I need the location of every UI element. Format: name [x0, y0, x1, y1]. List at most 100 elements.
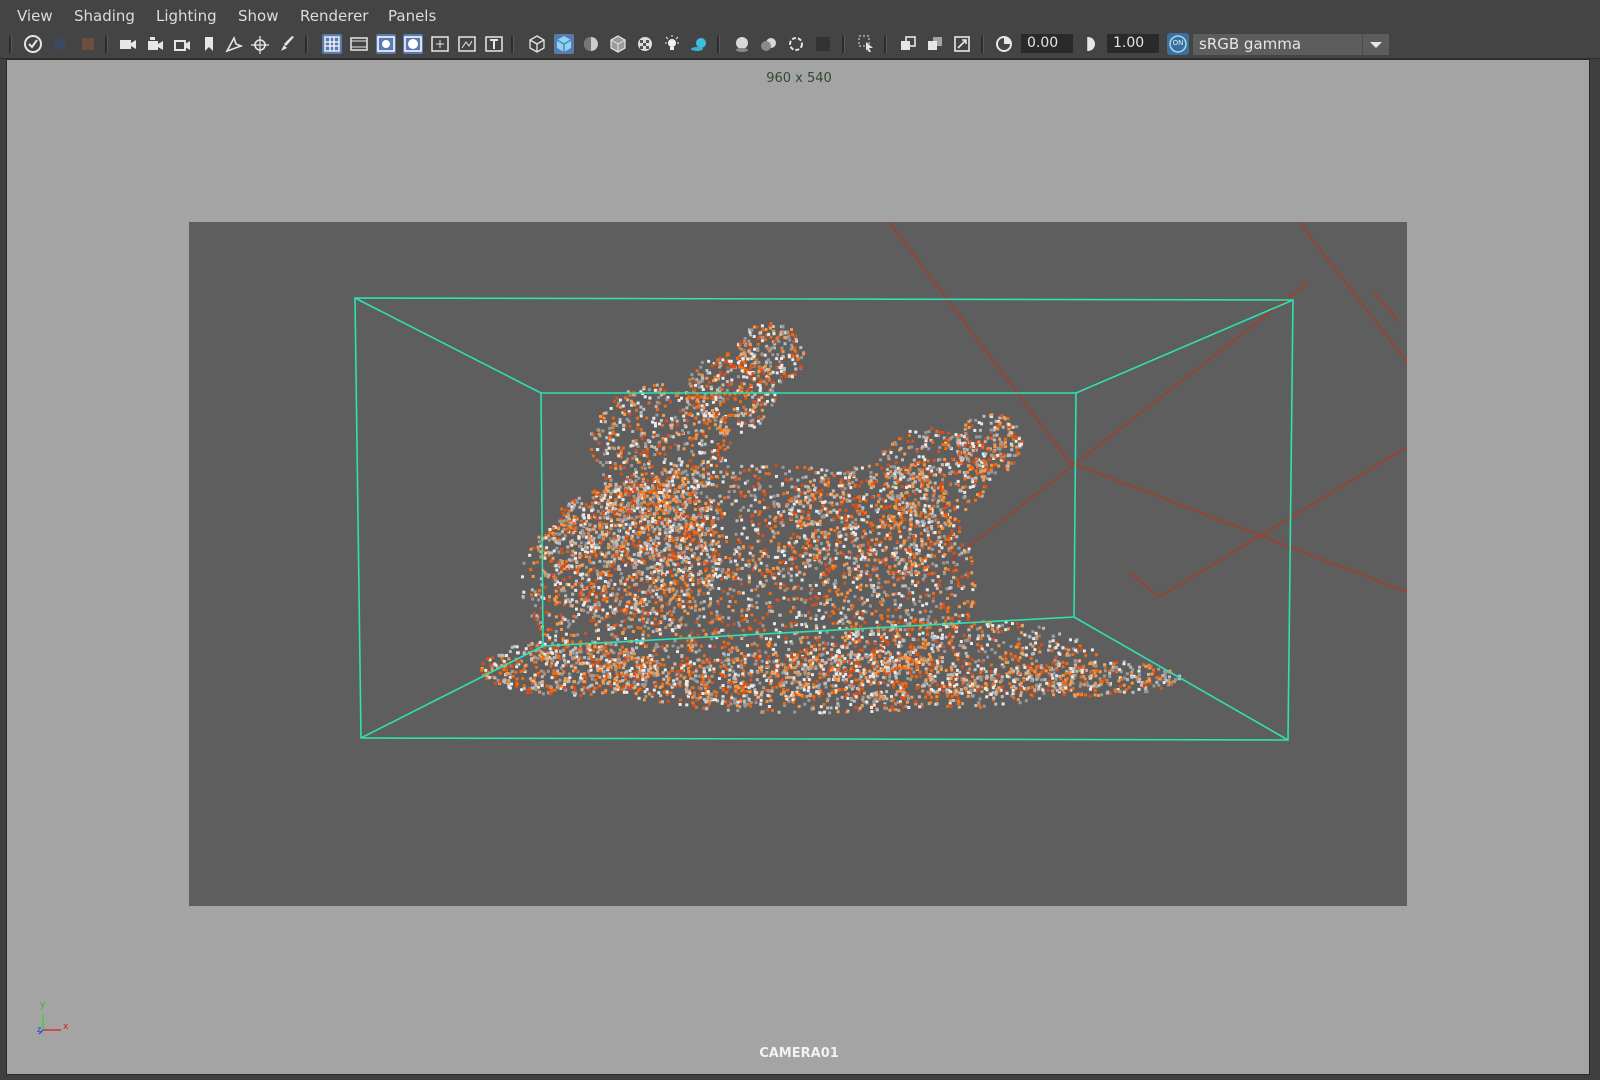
menu-view[interactable]: View	[17, 7, 53, 25]
color-management-badge: ON	[1172, 39, 1184, 47]
exposure-reset-button[interactable]	[994, 34, 1014, 54]
toolbar-separator	[105, 36, 108, 53]
toolbar-separator	[717, 36, 720, 53]
gate-mask-icon	[404, 36, 422, 52]
pan-zoom-camera-icon	[148, 37, 163, 50]
depth-of-field-button[interactable]	[813, 34, 833, 54]
safe-action-button[interactable]	[457, 34, 477, 54]
use-all-lights-button[interactable]	[662, 34, 682, 54]
view-axis: y x z	[37, 1000, 77, 1040]
wireframe-cube-icon	[529, 35, 545, 53]
grid-toggle-button[interactable]	[322, 34, 342, 54]
axis-label-x: x	[63, 1022, 69, 1032]
anti-aliasing-button[interactable]	[786, 34, 806, 54]
bookmark-button[interactable]	[199, 34, 219, 54]
light-lines	[888, 222, 1407, 598]
axis-label-y: y	[40, 1000, 46, 1010]
shaded-cube-icon	[556, 36, 572, 52]
gate-mask-button[interactable]	[403, 34, 423, 54]
exposure-icon	[996, 36, 1012, 52]
view-transform-arrow[interactable]	[1362, 34, 1389, 55]
exposure-field[interactable]: 0.00	[1021, 34, 1073, 53]
scene-render	[354, 222, 1407, 741]
resolution-label: 960 x 540	[766, 71, 832, 86]
toolbar-separator	[9, 36, 12, 53]
shadow-sphere-icon	[691, 38, 706, 51]
screen-space-ao-button[interactable]	[732, 34, 752, 54]
motion-blur-button[interactable]	[759, 34, 779, 54]
xray-components-button[interactable]	[952, 34, 972, 54]
camera-name-label: CAMERA01	[759, 1046, 839, 1061]
gamma-icon	[1087, 37, 1095, 51]
textured-button[interactable]	[635, 34, 655, 54]
select-camera-button[interactable]	[23, 34, 43, 54]
bookmark-icon	[205, 37, 213, 51]
film-gate-button[interactable]	[349, 34, 369, 54]
pivot-button[interactable]	[251, 34, 271, 54]
menu-bar: View Shading Lighting Show Renderer Pane…	[0, 0, 1600, 30]
toolbar-separator	[842, 36, 845, 53]
xray-joints-button[interactable]	[925, 34, 945, 54]
isolate-select-icon	[858, 35, 873, 52]
anti-alias-icon	[789, 37, 803, 51]
gamma-field[interactable]: 1.00	[1107, 34, 1159, 53]
menu-panels[interactable]: Panels	[388, 7, 436, 25]
film-gate-icon	[350, 37, 368, 51]
menu-renderer[interactable]: Renderer	[300, 7, 368, 25]
camera-attributes-button[interactable]	[50, 34, 70, 54]
default-material-icon	[584, 37, 598, 51]
grease-pencil-button[interactable]	[172, 34, 192, 54]
color-management-toggle[interactable]: ON	[1167, 33, 1189, 55]
xray-components-icon	[954, 36, 970, 52]
gamma-reset-button[interactable]	[1081, 34, 1101, 54]
light-bulb-icon	[665, 35, 679, 50]
shadows-button[interactable]	[689, 34, 709, 54]
xray-joints-icon	[928, 37, 942, 50]
paint-button[interactable]	[278, 34, 298, 54]
default-material-button[interactable]	[581, 34, 601, 54]
wireframe-button[interactable]	[527, 34, 547, 54]
grid-icon	[324, 36, 340, 52]
movie-camera-icon	[120, 40, 136, 49]
isolate-select-button[interactable]	[857, 34, 877, 54]
xray-button[interactable]	[898, 34, 918, 54]
bookmark-square-icon	[82, 38, 94, 50]
toolbar-separator	[884, 36, 887, 53]
camera-attributes-icon	[54, 38, 66, 50]
wireframe-on-shaded-button[interactable]	[608, 34, 628, 54]
ambient-occlusion-icon	[736, 37, 748, 52]
grease-camera-icon	[174, 40, 190, 51]
view-transform-dropdown[interactable]: sRGB gamma	[1193, 34, 1387, 55]
safe-action-icon	[458, 36, 476, 52]
xray-icon	[901, 36, 916, 50]
brush-icon	[281, 36, 294, 51]
toolbar-separator	[511, 36, 514, 53]
image-plane-button[interactable]	[118, 34, 138, 54]
menu-shading[interactable]: Shading	[74, 7, 135, 25]
menu-lighting[interactable]: Lighting	[156, 7, 217, 25]
pivot-icon	[251, 36, 269, 54]
grid-snap-button[interactable]	[224, 34, 244, 54]
menu-show[interactable]: Show	[238, 7, 278, 25]
axis-label-z: z	[37, 1025, 42, 1034]
resolution-gate-icon	[377, 36, 395, 52]
panel-toolbar: 0.00 1.00 ON sRGB gamma	[0, 30, 1600, 59]
resolution-gate-button[interactable]	[376, 34, 396, 54]
measure-icon	[225, 35, 244, 53]
safe-title-icon	[485, 36, 503, 52]
field-chart-icon	[431, 36, 449, 52]
camera-viewport[interactable]: 960 x 540 y x z CAMERA01	[6, 59, 1590, 1075]
particle-cloud	[480, 322, 1182, 715]
bookmarks-button[interactable]	[78, 34, 98, 54]
toolbar-separator	[981, 36, 984, 53]
depth-of-field-icon	[816, 37, 830, 51]
safe-title-button[interactable]	[484, 34, 504, 54]
camera-select-icon	[24, 35, 42, 53]
wire-on-shaded-icon	[610, 35, 626, 53]
checker-texture-icon	[638, 37, 652, 51]
two-d-pan-zoom-button[interactable]	[145, 34, 165, 54]
motion-blur-icon	[761, 38, 776, 51]
field-chart-button[interactable]	[430, 34, 450, 54]
toolbar-separator	[305, 36, 308, 53]
smooth-shade-button[interactable]	[554, 34, 574, 54]
